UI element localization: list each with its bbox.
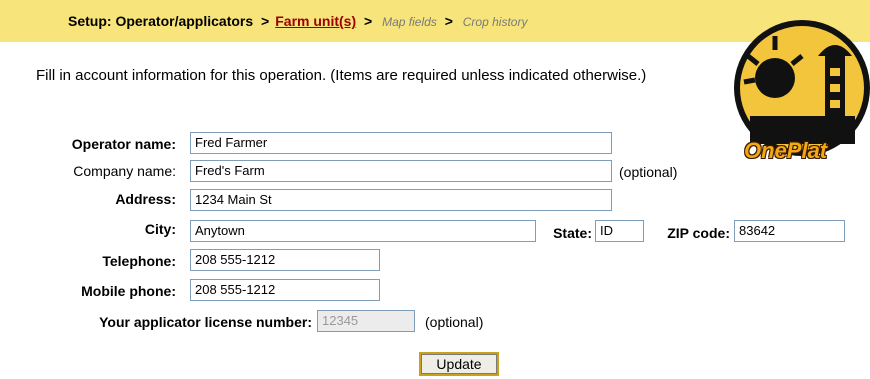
state-label: State: [553,225,592,241]
address-label: Address: [115,191,176,207]
zip-code-input[interactable]: 83642 [734,220,845,242]
city-label: City: [144,221,176,237]
intro-text: Fill in account information for this ope… [36,67,647,84]
license-number-label: Your applicator license number: [99,314,312,330]
operator-name-label: Operator name: [71,136,176,152]
state-input[interactable]: ID [595,220,644,242]
breadcrumb-crop-history: Crop history [462,15,528,29]
company-optional-note: (optional) [619,164,678,180]
breadcrumb-farm-units-link[interactable]: Farm unit(s) [275,13,356,29]
breadcrumb-map-fields: Map fields [382,15,437,29]
breadcrumb-separator: > [444,13,453,29]
mobile-phone-input[interactable]: 208 555-1212 [190,279,380,301]
license-number-input[interactable]: 12345 [317,310,415,332]
breadcrumb: Setup: Operator/applicators > Farm unit(s… [68,13,527,29]
logo-text: OnePlat [744,138,828,163]
oneplat-logo: OnePlat [730,16,870,166]
telephone-input[interactable]: 208 555-1212 [190,249,380,271]
update-button-label: Update [421,354,497,374]
company-name-input[interactable]: Fred's Farm [190,160,612,182]
breadcrumb-separator: > [364,13,373,29]
telephone-label: Telephone: [102,253,176,269]
update-button[interactable]: Update [419,352,499,376]
operator-name-input[interactable]: Fred Farmer [190,132,612,154]
address-input[interactable]: 1234 Main St [190,189,612,211]
breadcrumb-setup[interactable]: Setup: Operator/applicators [68,13,253,29]
breadcrumb-separator: > [261,13,270,29]
zip-code-label: ZIP code: [667,225,730,241]
company-name-label: Company name: [73,163,176,179]
license-optional-note: (optional) [425,314,484,330]
city-input[interactable]: Anytown [190,220,536,242]
mobile-phone-label: Mobile phone: [81,283,176,299]
